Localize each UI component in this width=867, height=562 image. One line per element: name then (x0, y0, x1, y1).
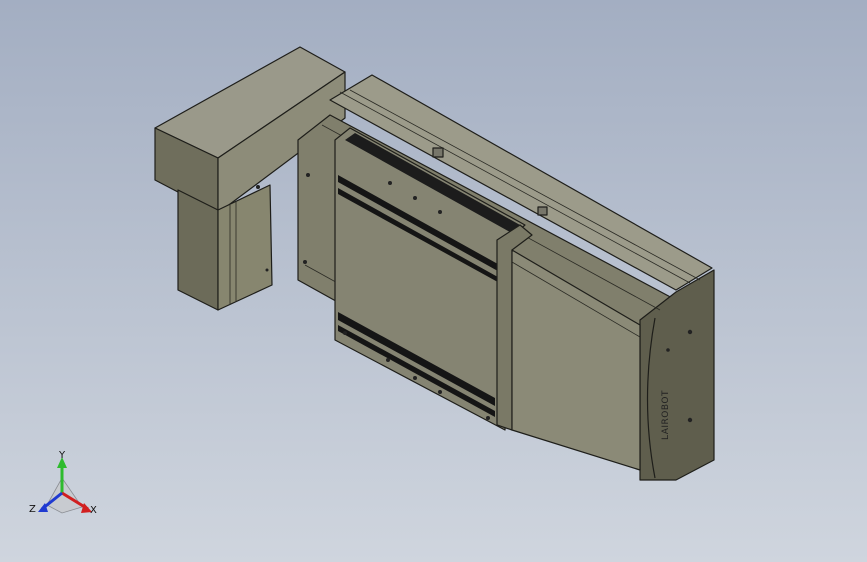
linear-actuator-model[interactable]: LAIROBOT (0, 0, 867, 562)
brand-mark: LAIROBOT (661, 390, 671, 440)
rail-screw (303, 260, 307, 264)
z-axis-label: Z (29, 504, 36, 515)
motor-body-front (177, 189, 219, 311)
bracket (537, 206, 548, 216)
motor-screw (256, 185, 260, 189)
x-axis-label: X (90, 505, 97, 516)
carriage-screw (413, 376, 417, 380)
y-axis-label: Y (59, 450, 66, 461)
carriage-screw (413, 196, 417, 200)
end-cap-screw (687, 417, 693, 423)
carriage-screw (438, 210, 442, 214)
rail-screw (306, 173, 310, 177)
axis-triad[interactable] (38, 457, 92, 514)
carriage-screw (438, 390, 442, 394)
carriage-screw (343, 331, 347, 335)
carriage-screw (486, 416, 490, 420)
motor-screw (265, 268, 269, 272)
bracket (432, 147, 444, 158)
end-cap-screw (666, 348, 670, 352)
cad-viewport[interactable]: LAIROBOT Y X Z (0, 0, 867, 562)
carriage-screw (386, 358, 390, 362)
carriage-screw (388, 181, 392, 185)
end-cap-screw (687, 329, 693, 335)
